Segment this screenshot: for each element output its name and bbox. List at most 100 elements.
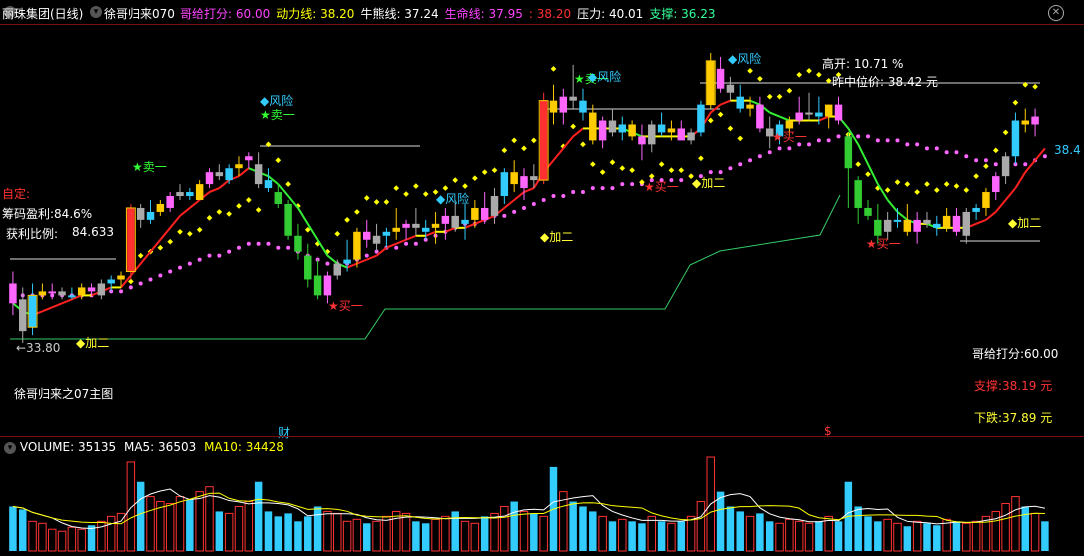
volume-bar-up bbox=[431, 518, 440, 552]
volume-header: ▾ VOLUME: 35135 MA5: 36503 MA10: 34428 bbox=[4, 440, 284, 454]
candle-body bbox=[815, 112, 823, 117]
volume-bar-up bbox=[28, 520, 37, 552]
volume-bar-up bbox=[106, 515, 116, 552]
life-line-dot bbox=[246, 241, 251, 246]
add-signal: ◆加二 bbox=[692, 176, 725, 190]
volume-bar-down bbox=[9, 506, 17, 551]
volume-bar-down bbox=[765, 521, 774, 551]
volume-bar-up bbox=[647, 515, 657, 552]
candle-body bbox=[982, 192, 990, 208]
life-line-dot bbox=[561, 194, 566, 199]
indicator-menu-icon[interactable]: ▾ bbox=[90, 6, 102, 18]
trend-dot bbox=[943, 181, 950, 187]
life-line-dot bbox=[217, 253, 222, 258]
volume-bar-up bbox=[686, 515, 696, 552]
volume-bar-up bbox=[1011, 496, 1020, 552]
volume-bar-up bbox=[1030, 512, 1040, 552]
volume-bar-down bbox=[264, 511, 273, 551]
trend-dot bbox=[786, 87, 793, 94]
candle-body bbox=[805, 112, 813, 115]
candle-body bbox=[19, 299, 27, 332]
life-line-dot bbox=[207, 253, 212, 258]
trend-dot bbox=[727, 125, 734, 132]
candle-body bbox=[451, 215, 459, 228]
trend-dot bbox=[698, 155, 704, 162]
life-line-dot bbox=[748, 158, 753, 163]
trend-dot bbox=[747, 68, 753, 74]
volume-bar-down bbox=[903, 526, 912, 551]
candle-body bbox=[9, 283, 17, 304]
volume-bar-up bbox=[38, 522, 47, 552]
candle-body bbox=[77, 287, 86, 296]
life-line-dot bbox=[128, 285, 133, 290]
dynamic-line-segment bbox=[1014, 171, 1027, 189]
candle-body bbox=[716, 68, 725, 89]
candle-body bbox=[756, 104, 764, 129]
trend-dot bbox=[1012, 99, 1019, 106]
header-item: 哥给打分: 60.00 bbox=[180, 7, 271, 21]
volume-bar-down bbox=[87, 525, 96, 551]
volume-bar-up bbox=[77, 528, 86, 552]
close-icon[interactable]: ✕ bbox=[1048, 5, 1064, 21]
candle-body bbox=[893, 219, 902, 222]
life-line-dot bbox=[816, 138, 821, 143]
trend-dot bbox=[717, 111, 724, 118]
life-line-dot bbox=[541, 198, 546, 202]
life-line-dot bbox=[630, 182, 635, 187]
life-line-dot bbox=[767, 150, 772, 155]
candle-body bbox=[824, 104, 833, 117]
trend-dot bbox=[648, 173, 655, 179]
volume-bar-down bbox=[421, 523, 430, 551]
candle-body bbox=[598, 120, 607, 141]
decline-label: 下跌:37.89 元 bbox=[974, 411, 1053, 425]
life-line-dot bbox=[718, 170, 723, 175]
trend-dot bbox=[531, 137, 537, 144]
trend-dot bbox=[776, 93, 783, 100]
volume-bar-up bbox=[67, 526, 77, 552]
dynamic-line-segment bbox=[876, 183, 889, 201]
trend-dot bbox=[285, 181, 291, 187]
dynamic-line-segment bbox=[857, 143, 869, 165]
candle-body bbox=[431, 223, 440, 228]
life-line-dot bbox=[1042, 154, 1047, 159]
trend-dot bbox=[619, 165, 626, 172]
dynamic-line-segment bbox=[985, 211, 997, 221]
dynamic-line-segment bbox=[552, 147, 565, 161]
volume-bar-down bbox=[716, 491, 725, 551]
life-line-dot bbox=[286, 245, 291, 250]
volume-chart bbox=[9, 456, 1049, 552]
candle-body bbox=[726, 84, 735, 93]
life-line-dot bbox=[148, 277, 153, 282]
candle-body bbox=[127, 207, 135, 272]
volume-bar-down bbox=[726, 506, 735, 551]
life-line-dot bbox=[600, 186, 605, 191]
candle-body bbox=[471, 207, 479, 220]
life-line-dot bbox=[679, 178, 684, 183]
dynamic-line-segment bbox=[975, 218, 987, 225]
volume-bar-down bbox=[874, 521, 882, 551]
volume-bar-down bbox=[608, 521, 617, 551]
volume-bar-down bbox=[136, 481, 145, 551]
dynamic-line-segment bbox=[42, 306, 53, 313]
dynamic-line-segment bbox=[61, 298, 73, 305]
volume-bar-down bbox=[657, 521, 666, 551]
volume-bar-up bbox=[156, 501, 165, 552]
trend-dot bbox=[816, 71, 822, 78]
life-line-dot bbox=[964, 154, 969, 159]
volume-bar-up bbox=[116, 512, 126, 552]
buy-signal: ★买一 bbox=[328, 299, 363, 313]
volume-bar-up bbox=[745, 515, 755, 552]
candle-body bbox=[589, 112, 597, 141]
life-line-dot bbox=[571, 190, 576, 195]
candle-body bbox=[500, 172, 509, 197]
trend-dot bbox=[1032, 83, 1038, 90]
dynamic-line-segment bbox=[886, 199, 899, 213]
candle-body bbox=[1001, 156, 1010, 177]
volume-bar-down bbox=[756, 513, 764, 551]
volume-bar-up bbox=[519, 510, 529, 552]
trend-dot bbox=[678, 167, 685, 174]
dynamic-line-segment bbox=[769, 111, 780, 118]
volume-settings-icon[interactable]: ▾ bbox=[4, 441, 16, 454]
volume-bar-down bbox=[864, 516, 872, 551]
buy-signal: ★买一 bbox=[866, 237, 901, 251]
